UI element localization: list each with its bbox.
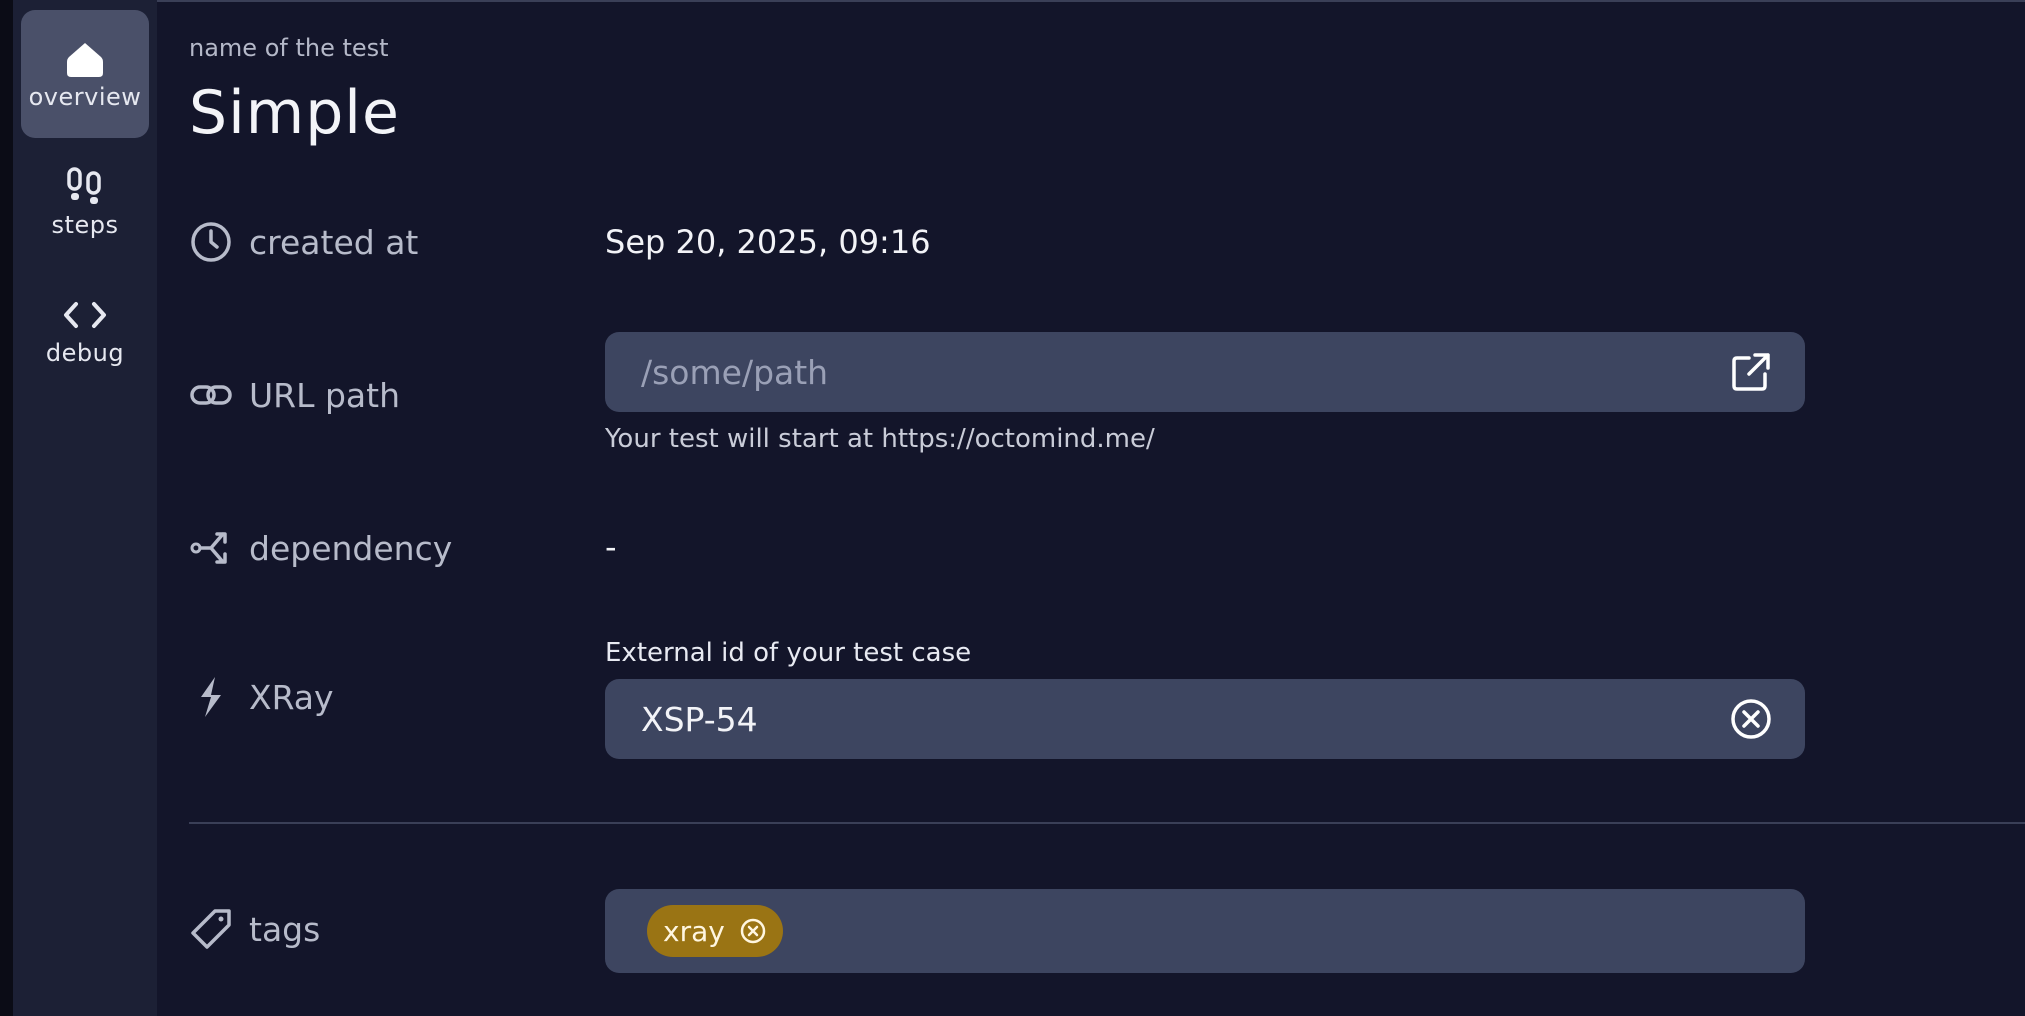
window-edge <box>0 0 13 1016</box>
tags-label: tags <box>189 907 320 951</box>
tag-chip-label: xray <box>663 914 725 948</box>
created-at-label: created at <box>189 220 418 264</box>
page-title[interactable]: Simple <box>189 78 400 148</box>
tags-field[interactable] <box>605 889 1805 973</box>
sidebar-item-label: overview <box>28 83 142 111</box>
dependency-label-text: dependency <box>249 528 453 568</box>
dependency-label: dependency <box>189 526 452 570</box>
xray-input[interactable] <box>605 698 1721 740</box>
created-at-value: Sep 20, 2025, 09:16 <box>605 223 931 261</box>
clock-icon <box>189 220 233 264</box>
sidebar-item-label: debug <box>45 339 125 367</box>
sidebar-item-steps[interactable]: steps <box>21 138 149 266</box>
link-icon <box>189 373 233 417</box>
lightning-icon <box>189 675 233 719</box>
title-caption: name of the test <box>189 34 389 62</box>
branch-icon <box>189 526 233 570</box>
url-path-label: URL path <box>189 373 400 417</box>
tag-remove-icon[interactable] <box>739 917 767 945</box>
tag-icon <box>189 907 233 951</box>
sidebar: overview steps debug <box>13 0 157 1016</box>
created-at-label-text: created at <box>249 222 419 262</box>
top-border <box>0 0 2025 2</box>
xray-field <box>605 679 1805 759</box>
xray-caption: External id of your test case <box>605 638 972 668</box>
tag-chip[interactable]: xray <box>647 905 783 957</box>
url-path-input[interactable] <box>605 351 1721 393</box>
home-icon <box>63 37 107 81</box>
url-path-label-text: URL path <box>249 375 400 415</box>
url-path-field <box>605 332 1805 412</box>
url-path-helper: Your test will start at https://octomind… <box>605 424 1155 454</box>
code-icon <box>62 293 108 337</box>
footsteps-icon <box>65 165 105 209</box>
sidebar-item-debug[interactable]: debug <box>21 266 149 394</box>
xray-label-text: XRay <box>249 677 334 717</box>
external-link-icon[interactable] <box>1721 342 1781 402</box>
clear-circle-icon[interactable] <box>1721 689 1781 749</box>
section-divider <box>189 822 2025 824</box>
sidebar-item-overview[interactable]: overview <box>21 10 149 138</box>
xray-label: XRay <box>189 675 334 719</box>
dependency-value: - <box>605 528 617 566</box>
tags-label-text: tags <box>249 909 321 949</box>
sidebar-item-label: steps <box>51 211 119 239</box>
